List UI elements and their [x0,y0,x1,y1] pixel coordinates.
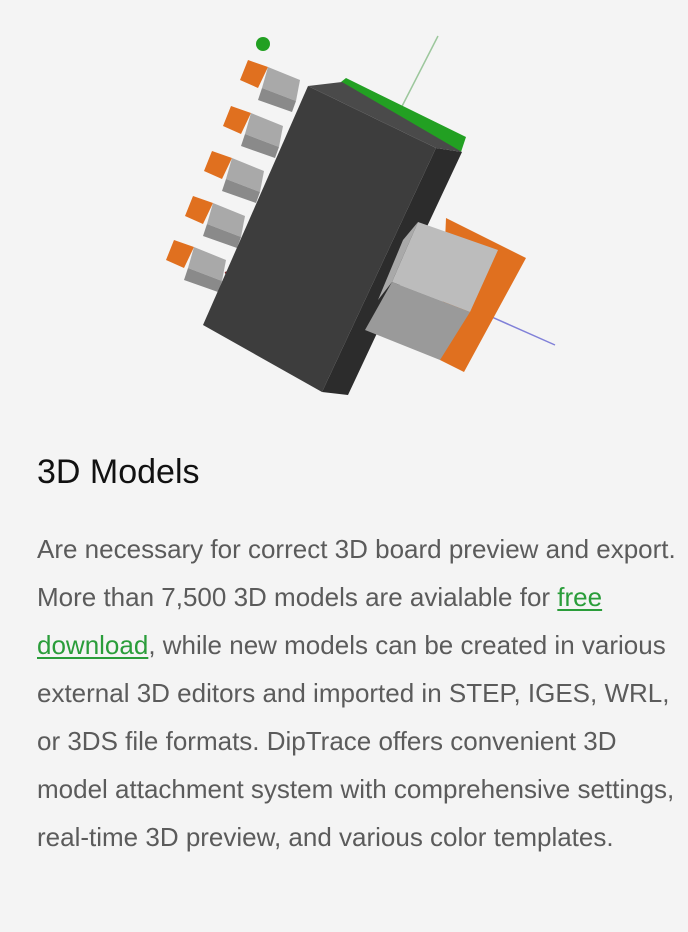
description-text-after-link: , while new models can be created in var… [37,630,675,852]
pin-5 [166,240,226,292]
component-3d-model-icon [166,35,556,395]
pin-1 [240,60,300,112]
component-3d-model-figure [0,0,688,420]
pin-3 [204,151,264,203]
section-description: Are necessary for correct 3D board previ… [37,525,677,861]
pin-2 [223,106,283,158]
origin-marker [256,37,270,51]
pin-4 [185,196,245,248]
section-title: 3D Models [37,453,200,491]
